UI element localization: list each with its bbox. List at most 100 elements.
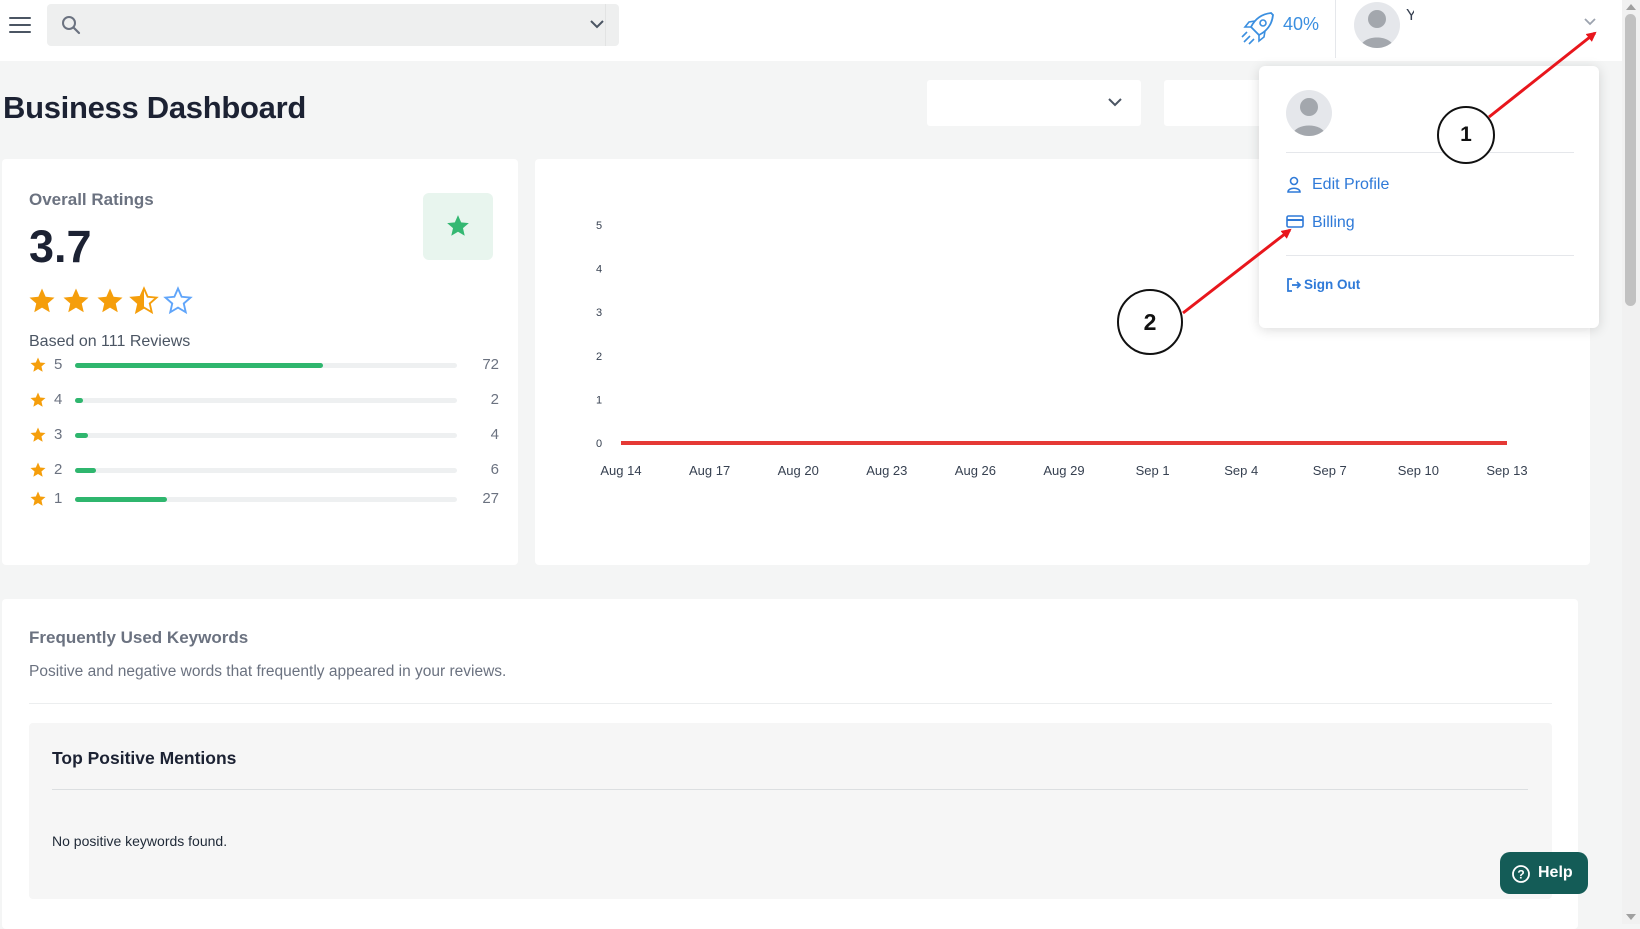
svg-text:?: ?	[1517, 868, 1524, 882]
chevron-down-icon[interactable]	[589, 18, 605, 30]
star-filled-icon	[97, 288, 123, 313]
user-avatar[interactable]	[1354, 2, 1400, 48]
chevron-down-icon	[1108, 98, 1122, 107]
search-input[interactable]	[93, 10, 563, 40]
date-range-select[interactable]	[1164, 80, 1264, 126]
search-bar[interactable]	[47, 4, 619, 46]
help-button[interactable]: ? Help	[1500, 852, 1588, 894]
user-icon	[1287, 176, 1301, 193]
search-divider	[605, 4, 606, 46]
profile-progress-text[interactable]: 40%	[1283, 14, 1319, 35]
star-half-icon	[129, 286, 159, 315]
topbar-divider	[1335, 0, 1336, 58]
rating-bar-fill	[75, 398, 83, 403]
rating-row-5: 5 72	[29, 355, 499, 375]
rating-row-count: 2	[490, 391, 499, 408]
keywords-subtitle: Positive and negative words that frequen…	[29, 663, 507, 680]
page-title: Business Dashboard	[3, 90, 306, 125]
rating-row-label: 2	[54, 461, 63, 478]
y-tick-label: 3	[596, 307, 602, 319]
rating-bar-track	[75, 433, 457, 438]
keywords-title: Frequently Used Keywords	[29, 628, 249, 647]
positive-mentions-panel: Top Positive Mentions No positive keywor…	[29, 723, 1552, 899]
rating-bar-fill	[75, 468, 96, 473]
y-tick-label: 1	[596, 394, 602, 406]
x-tick-label: Sep 13	[1486, 463, 1527, 478]
scroll-up-arrow-icon[interactable]	[1626, 3, 1636, 10]
x-tick-label: Aug 14	[600, 463, 641, 478]
edit-profile-label[interactable]: Edit Profile	[1312, 176, 1389, 194]
star-icon	[30, 392, 46, 407]
rating-row-label: 1	[54, 490, 63, 507]
star-icon	[447, 215, 469, 236]
x-tick-label: Aug 26	[955, 463, 996, 478]
rocket-icon[interactable]	[1238, 8, 1278, 48]
star-filled-icon	[63, 288, 89, 313]
rating-row-1: 1 27	[29, 489, 499, 509]
rating-row-4: 42	[29, 390, 499, 410]
positive-mentions-empty-text: No positive keywords found.	[52, 833, 228, 849]
user-menu-chevron-icon[interactable]	[1583, 17, 1597, 27]
rating-bar-track	[75, 468, 457, 473]
x-tick-label: Aug 29	[1043, 463, 1084, 478]
rating-row-count: 6	[490, 461, 499, 478]
reviews-count-text: Based on 111 Reviews	[29, 333, 191, 350]
hamburger-menu-icon[interactable]	[9, 17, 31, 35]
search-icon	[62, 16, 81, 35]
ratings-badge	[423, 193, 493, 260]
star-icon	[30, 491, 46, 506]
rating-row-count: 4	[490, 426, 499, 443]
dropdown-avatar	[1286, 90, 1332, 136]
x-tick-label: Sep 10	[1398, 463, 1439, 478]
rating-bar-track	[75, 398, 457, 403]
x-tick-label: Aug 20	[778, 463, 819, 478]
ratings-value: 3.7	[29, 221, 92, 272]
rating-bar-fill	[75, 363, 324, 368]
overall-ratings-card: Overall Ratings 3.7 Based on 111 Reviews…	[2, 159, 518, 565]
y-tick-label: 4	[596, 264, 602, 276]
rating-row-3: 34	[29, 425, 499, 445]
rating-bar-fill	[75, 497, 167, 502]
annotation-step-2: 2	[1117, 289, 1183, 355]
dropdown-divider	[1286, 255, 1574, 256]
annotation-step-1: 1	[1437, 106, 1495, 164]
keywords-card: Frequently Used Keywords Positive and ne…	[2, 599, 1578, 929]
user-avatar-icon	[1286, 90, 1332, 136]
location-select[interactable]	[927, 80, 1141, 126]
rating-row-count: 72	[482, 356, 499, 373]
rating-row-label: 5	[54, 356, 63, 373]
rating-bar-track	[75, 363, 457, 368]
positive-mentions-divider	[52, 789, 1528, 790]
user-dropdown-menu: Edit Profile Billing Sign Out	[1259, 66, 1599, 328]
rating-row-label: 4	[54, 391, 63, 408]
star-empty-icon	[163, 286, 193, 315]
x-tick-label: Aug 17	[689, 463, 730, 478]
sign-out-label[interactable]: Sign Out	[1304, 277, 1360, 292]
x-tick-label: Sep 7	[1313, 463, 1347, 478]
username-text[interactable]: Y	[1406, 6, 1414, 46]
scrollbar-thumb[interactable]	[1625, 14, 1636, 306]
rating-bar-track	[75, 497, 457, 502]
help-label[interactable]: Help	[1538, 864, 1573, 882]
star-icon	[30, 462, 46, 477]
question-circle-icon: ?	[1512, 865, 1530, 883]
top-bar: 40% Y	[0, 0, 1622, 61]
keywords-divider	[29, 703, 1552, 704]
x-tick-label: Aug 23	[866, 463, 907, 478]
positive-mentions-title: Top Positive Mentions	[52, 748, 237, 768]
rating-row-label: 3	[54, 426, 63, 443]
rating-bar-fill	[75, 433, 89, 438]
star-icon	[30, 427, 46, 442]
sign-out-icon	[1287, 278, 1302, 292]
scroll-down-arrow-icon[interactable]	[1626, 914, 1636, 921]
star-filled-icon	[29, 288, 55, 313]
ratings-title: Overall Ratings	[29, 190, 154, 209]
rating-row-count: 27	[482, 490, 499, 507]
credit-card-icon	[1286, 215, 1304, 228]
y-tick-label: 5	[596, 220, 602, 232]
rating-row-2: 26	[29, 460, 499, 480]
x-tick-label: Sep 4	[1224, 463, 1258, 478]
billing-label[interactable]: Billing	[1312, 214, 1355, 232]
y-tick-label: 0	[596, 438, 602, 450]
user-avatar-icon	[1354, 2, 1400, 48]
